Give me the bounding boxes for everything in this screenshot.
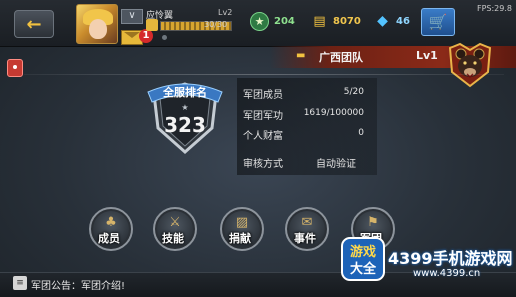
mail-badge: 1 xyxy=(139,29,153,43)
watermark-logo-bottom: 大全 xyxy=(350,261,377,277)
rank-shield-icon: 全服排名 ★ 323 xyxy=(147,82,223,155)
tank-icon: ▬ xyxy=(296,50,306,61)
bear-emblem-icon xyxy=(448,42,492,88)
diamond-value: 46 xyxy=(396,15,410,27)
review-label: 审核方式 xyxy=(243,159,283,170)
legion-screen: ← ∨ 1 应怜翼 Lv2 30/30 ★ 204 ▤ 8070 ◆ 46 🛒 … xyxy=(0,0,516,297)
watermark-title: 4399手机游戏网 xyxy=(388,249,513,268)
stat-merit-value: 1619/100000 xyxy=(303,108,364,118)
members-icon: ♣ xyxy=(105,215,117,230)
diamond-resource: ◆ 46 xyxy=(374,11,410,31)
fps-counter: FPS:29.8 xyxy=(476,4,512,13)
events-label: 事件 xyxy=(294,232,316,245)
team-name: 广西团队 xyxy=(319,51,363,64)
stat-wealth-value: 0 xyxy=(358,128,364,138)
rank-title: 全服排名 xyxy=(162,85,207,99)
gold-value: 8070 xyxy=(333,15,361,27)
back-arrow-icon: ← xyxy=(26,13,42,35)
shop-cart-button[interactable]: 🛒 xyxy=(421,8,455,36)
diamond-icon: ◆ xyxy=(377,13,388,29)
watermark-url: www.4399.cn xyxy=(413,268,481,279)
members-label: 成员 xyxy=(98,232,120,245)
side-tab-button[interactable] xyxy=(7,59,23,77)
rank-value: 323 xyxy=(164,113,206,137)
gold-resource: ▤ 8070 xyxy=(311,11,361,31)
player-level: Lv2 xyxy=(218,8,233,17)
svg-text:★: ★ xyxy=(181,103,188,112)
stat-wealth-label: 个人财富 xyxy=(243,131,283,142)
watermark-logo-top: 游戏 xyxy=(350,244,376,260)
stat-members-label: 军团成员 xyxy=(243,90,283,101)
merit-icon: ★ xyxy=(250,11,269,31)
gold-bars-icon: ▤ xyxy=(313,13,326,29)
player-avatar[interactable] xyxy=(76,4,118,44)
rank-chevron-icon: ∨ xyxy=(121,9,143,24)
exp-text: 30/30 xyxy=(204,20,228,29)
events-icon: ✉ xyxy=(301,215,313,230)
donate-label: 捐献 xyxy=(229,232,251,245)
back-button[interactable]: ← xyxy=(14,10,54,38)
watermark-logo-icon: 游戏 大全 xyxy=(341,237,385,281)
announcement-text[interactable]: 军团公告：军团介绍! xyxy=(31,277,125,292)
donate-icon: ▨ xyxy=(235,215,249,230)
stat-members-value: 5/20 xyxy=(343,87,364,97)
skills-label: 技能 xyxy=(162,232,184,245)
stat-merit-label: 军团军功 xyxy=(243,111,283,122)
announcement-icon: ≡ xyxy=(13,276,27,290)
exp-icon xyxy=(146,19,158,31)
legion-icon: ⚑ xyxy=(367,215,379,230)
avatar-face xyxy=(89,19,107,39)
separator-line xyxy=(24,74,504,75)
skills-icon: ⚔ xyxy=(169,215,181,230)
review-value[interactable]: 自动验证 xyxy=(300,155,356,170)
merit-value: 204 xyxy=(274,15,295,27)
cart-icon: 🛒 xyxy=(428,13,448,31)
status-dot xyxy=(162,35,167,40)
merit-resource: ★ 204 xyxy=(250,11,295,31)
team-level: Lv1 xyxy=(416,49,438,62)
